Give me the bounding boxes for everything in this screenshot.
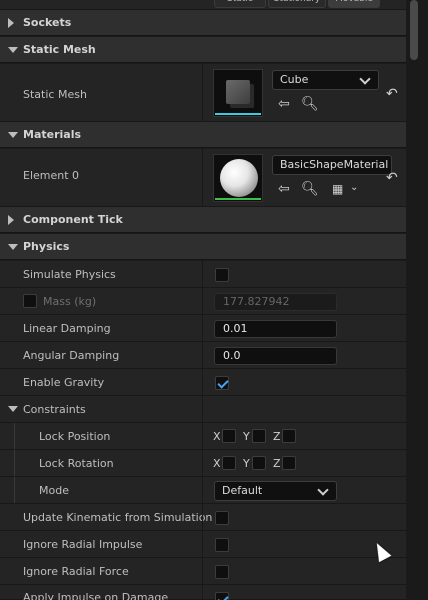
combo-value: BasicShapeMaterial: [280, 158, 389, 171]
checker-icon[interactable]: ▦: [332, 182, 343, 196]
browse-icon[interactable]: 🔍︎: [301, 182, 319, 196]
material-combo[interactable]: BasicShapeMaterial: [272, 155, 392, 175]
simulate-physics-row: Simulate Physics: [0, 261, 406, 288]
mobility-stationary[interactable]: Stationary: [268, 0, 326, 8]
reset-arrow-icon[interactable]: ↶: [386, 86, 398, 102]
property-label: Mass (kg): [43, 295, 97, 308]
lock-position-row: Lock Position X Y Z: [0, 423, 406, 450]
lock-position-x-checkbox[interactable]: [222, 429, 236, 443]
section-title: Sockets: [23, 16, 72, 29]
constraint-mode-row: Mode Default: [0, 477, 406, 504]
reset-arrow-icon[interactable]: ↶: [386, 170, 398, 186]
scrollbar-track[interactable]: [406, 0, 428, 600]
section-title: Static Mesh: [23, 43, 96, 56]
apply-impulse-row: Apply Impulse on Damage: [0, 585, 406, 600]
mass-override-checkbox[interactable]: [23, 294, 37, 308]
property-label: Angular Damping: [23, 349, 120, 362]
expand-arrow-icon: [8, 215, 14, 225]
apply-impulse-checkbox[interactable]: [215, 592, 229, 600]
mobility-options[interactable]: Static Stationary Movable: [214, 0, 380, 8]
property-label: Element 0: [23, 169, 80, 182]
material-thumbnail[interactable]: [213, 154, 263, 202]
axis-y-label: Y: [243, 457, 250, 470]
property-label: Lock Position: [39, 430, 111, 443]
lock-rotation-row: Lock Rotation X Y Z: [0, 450, 406, 477]
collapse-arrow-icon: [8, 406, 18, 412]
ignore-radial-force-checkbox[interactable]: [215, 565, 229, 579]
axis-y-label: Y: [243, 430, 250, 443]
collapse-arrow-icon: [8, 244, 18, 250]
collapse-arrow-icon: [8, 47, 18, 53]
property-label: Apply Impulse on Damage: [23, 591, 169, 600]
use-selected-icon[interactable]: ⇦: [278, 97, 290, 111]
chevron-down-icon: [359, 73, 371, 85]
browse-icon[interactable]: 🔍︎: [301, 97, 319, 111]
section-sockets[interactable]: Sockets: [0, 10, 406, 36]
section-physics[interactable]: Physics: [0, 234, 406, 260]
section-static-mesh[interactable]: Static Mesh: [0, 37, 406, 63]
update-kinematic-checkbox[interactable]: [215, 511, 229, 525]
section-materials[interactable]: Materials: [0, 122, 406, 148]
static-mesh-combo[interactable]: Cube: [272, 70, 379, 90]
property-label: Lock Rotation: [39, 457, 114, 470]
collapse-arrow-icon: [8, 132, 18, 138]
ignore-radial-impulse-row: Ignore Radial Impulse: [0, 531, 406, 558]
sphere-preview: [220, 159, 258, 197]
enable-gravity-row: Enable Gravity: [0, 369, 406, 396]
scrollbar-thumb[interactable]: [410, 0, 418, 60]
property-label: Mode: [39, 484, 69, 497]
lock-rotation-y-checkbox[interactable]: [252, 456, 266, 470]
lock-rotation-z-checkbox[interactable]: [282, 456, 296, 470]
asset-color-bar: [215, 198, 261, 200]
expand-arrow-icon: [8, 18, 14, 28]
property-label: Ignore Radial Force: [23, 565, 129, 578]
angular-damping-field[interactable]: 0.0: [214, 347, 337, 365]
property-label: Linear Damping: [23, 322, 111, 335]
chevron-down-icon[interactable]: ⌄: [350, 181, 358, 195]
property-label: Static Mesh: [23, 88, 87, 101]
mesh-thumbnail[interactable]: [213, 69, 263, 117]
update-kinematic-row: Update Kinematic from Simulation: [0, 504, 406, 531]
mobility-static[interactable]: Static: [214, 0, 266, 8]
axis-x-label: X: [213, 430, 221, 443]
combo-value: Cube: [280, 73, 309, 86]
axis-z-label: Z: [273, 457, 281, 470]
chevron-down-icon: [317, 484, 329, 496]
asset-color-bar: [215, 113, 261, 115]
combo-value: Default: [222, 484, 263, 497]
lock-position-z-checkbox[interactable]: [282, 429, 296, 443]
constraint-mode-combo[interactable]: Default: [214, 481, 337, 501]
linear-damping-row: Linear Damping 0.01: [0, 315, 406, 342]
details-panel: Static Stationary Movable Sockets Static…: [0, 0, 406, 600]
mass-field: 177.827942: [214, 293, 337, 311]
axis-x-label: X: [213, 457, 221, 470]
property-label: Simulate Physics: [23, 268, 116, 281]
ignore-radial-force-row: Ignore Radial Force: [0, 558, 406, 585]
simulate-physics-checkbox[interactable]: [215, 268, 229, 282]
lock-position-y-checkbox[interactable]: [252, 429, 266, 443]
cube-preview: [226, 80, 250, 104]
enable-gravity-checkbox[interactable]: [215, 376, 229, 390]
linear-damping-field[interactable]: 0.01: [214, 320, 337, 338]
use-selected-icon[interactable]: ⇦: [278, 182, 290, 196]
property-label: Ignore Radial Impulse: [23, 538, 143, 551]
section-component-tick[interactable]: Component Tick: [0, 207, 406, 233]
constraints-row[interactable]: Constraints: [0, 396, 406, 423]
section-title: Materials: [23, 128, 82, 141]
property-label: Constraints: [23, 403, 86, 416]
axis-z-label: Z: [273, 430, 281, 443]
property-label: Update Kinematic from Simulation: [23, 511, 213, 524]
ignore-radial-impulse-checkbox[interactable]: [215, 538, 229, 552]
mobility-movable[interactable]: Movable: [328, 0, 380, 8]
material-element-row: Element 0 BasicShapeMaterial ⇦ 🔍︎ ▦ ⌄ ↶: [0, 149, 406, 207]
static-mesh-row: Static Mesh Cube ⇦ 🔍︎ ↶: [0, 64, 406, 122]
mobility-row: Static Stationary Movable: [0, 0, 406, 10]
angular-damping-row: Angular Damping 0.0: [0, 342, 406, 369]
section-title: Component Tick: [23, 213, 123, 226]
section-title: Physics: [23, 240, 70, 253]
lock-rotation-x-checkbox[interactable]: [222, 456, 236, 470]
property-label: Enable Gravity: [23, 376, 105, 389]
mass-row: Mass (kg) 177.827942: [0, 288, 406, 315]
